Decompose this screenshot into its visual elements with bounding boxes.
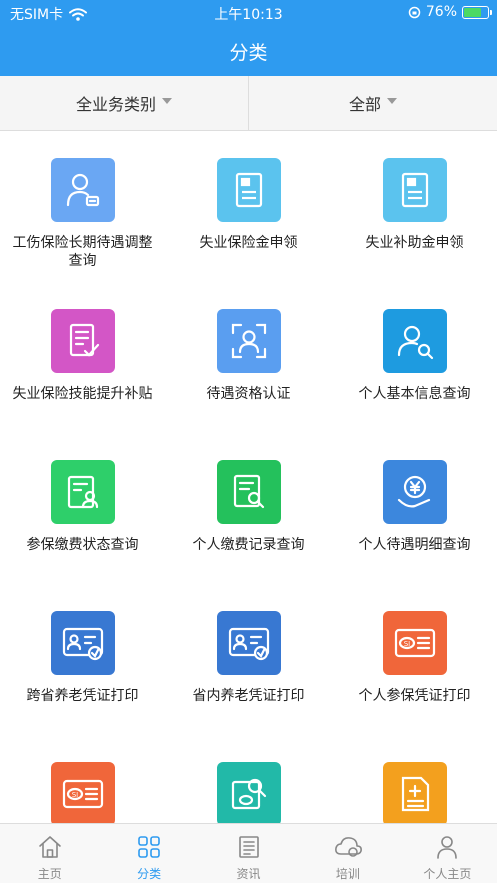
document-search-icon (216, 460, 281, 524)
document-icon (216, 158, 281, 222)
service-label: 个人待遇明细查询 (358, 537, 471, 553)
tab-news[interactable]: 资讯 (199, 824, 298, 883)
service-item[interactable]: 参保缴费状态查询 (0, 460, 165, 554)
si-search-icon (216, 762, 281, 823)
app-header: 无SIM卡 上午10:13 76% 分类 (0, 0, 497, 76)
person-document-icon (50, 460, 115, 524)
checklist-icon (50, 309, 115, 373)
service-item[interactable]: 待遇资格认证 (166, 309, 331, 403)
news-icon (236, 834, 262, 865)
service-item[interactable]: 个人待遇明细查询 (332, 460, 497, 554)
service-label: 失业保险金申领 (199, 235, 298, 251)
plus-document-icon (382, 762, 447, 823)
service-label: 工伤保险长期待遇调整查询 (12, 235, 153, 269)
status-bar: 无SIM卡 上午10:13 76% (0, 0, 497, 26)
service-grid: 工伤保险长期待遇调整查询 失业保险金申领 失业补助金申领失业保险技能提升补贴 待遇资格… (0, 131, 497, 823)
scope-filter-dropdown[interactable]: 全部 (248, 76, 497, 130)
tab-label: 主页 (37, 867, 62, 881)
si-card-icon: SI (382, 611, 447, 675)
id-card-icon (216, 611, 281, 675)
battery-level (464, 7, 481, 17)
service-item[interactable]: SI (0, 762, 165, 823)
category-filter-label: 全业务类别 (75, 95, 156, 114)
service-item[interactable]: 工伤保险长期待遇调整查询 (0, 158, 165, 270)
si-card-icon: SI (50, 762, 115, 823)
service-label: 个人参保凭证打印 (358, 688, 471, 704)
id-card-icon (50, 611, 115, 675)
yuan-hand-icon (382, 460, 447, 524)
service-item[interactable]: 省内养老凭证打印 (166, 611, 331, 705)
tab-label: 资讯 (236, 867, 261, 881)
service-item[interactable]: SI 个人参保凭证打印 (332, 611, 497, 705)
service-item[interactable]: 跨省养老凭证打印 (0, 611, 165, 705)
person-search-icon (382, 309, 447, 373)
caret-down-icon (387, 98, 397, 104)
svg-text:SI: SI (71, 791, 78, 799)
page-title: 分类 (229, 42, 268, 64)
service-item[interactable]: 失业补助金申领 (332, 158, 497, 252)
tab-cloud[interactable]: 培训 (298, 824, 397, 883)
service-label: 个人基本信息查询 (358, 386, 471, 402)
svg-text:SI: SI (403, 640, 410, 648)
tab-label: 培训 (335, 867, 360, 881)
battery-percent: 76% (425, 4, 457, 20)
service-item[interactable]: 失业保险金申领 (166, 158, 331, 252)
service-item[interactable] (332, 762, 497, 823)
service-item[interactable]: 个人基本信息查询 (332, 309, 497, 403)
service-item[interactable]: 失业保险技能提升补贴 (0, 309, 165, 403)
face-scan-icon (216, 309, 281, 373)
person-card-icon (50, 158, 115, 222)
service-item[interactable]: 个人缴费记录查询 (166, 460, 331, 554)
tab-grid[interactable]: 分类 (99, 824, 198, 883)
service-label: 失业补助金申领 (365, 235, 464, 251)
service-label: 参保缴费状态查询 (26, 537, 139, 553)
home-icon (37, 834, 63, 865)
grid-icon (136, 834, 162, 865)
tab-bar: 主页 分类 资讯 培训 个人主页 (0, 823, 497, 883)
scope-filter-label: 全部 (348, 95, 381, 114)
service-label: 跨省养老凭证打印 (26, 688, 139, 704)
service-label: 待遇资格认证 (206, 386, 291, 402)
filter-bar: 全业务类别 全部 (0, 76, 497, 131)
tab-person[interactable]: 个人主页 (398, 824, 497, 883)
tab-label: 个人主页 (423, 867, 472, 881)
service-label: 省内养老凭证打印 (192, 688, 305, 704)
caret-down-icon (162, 98, 172, 104)
service-label: 失业保险技能提升补贴 (12, 386, 153, 402)
person-icon (434, 834, 460, 865)
document-icon (382, 158, 447, 222)
category-filter-dropdown[interactable]: 全业务类别 (0, 76, 248, 130)
cloud-icon (333, 834, 363, 865)
tab-home[interactable]: 主页 (0, 824, 99, 883)
tab-label: 分类 (137, 867, 162, 881)
service-label: 个人缴费记录查询 (192, 537, 305, 553)
rotation-lock-icon (408, 6, 421, 18)
battery-icon (462, 5, 492, 19)
service-item[interactable] (166, 762, 331, 823)
